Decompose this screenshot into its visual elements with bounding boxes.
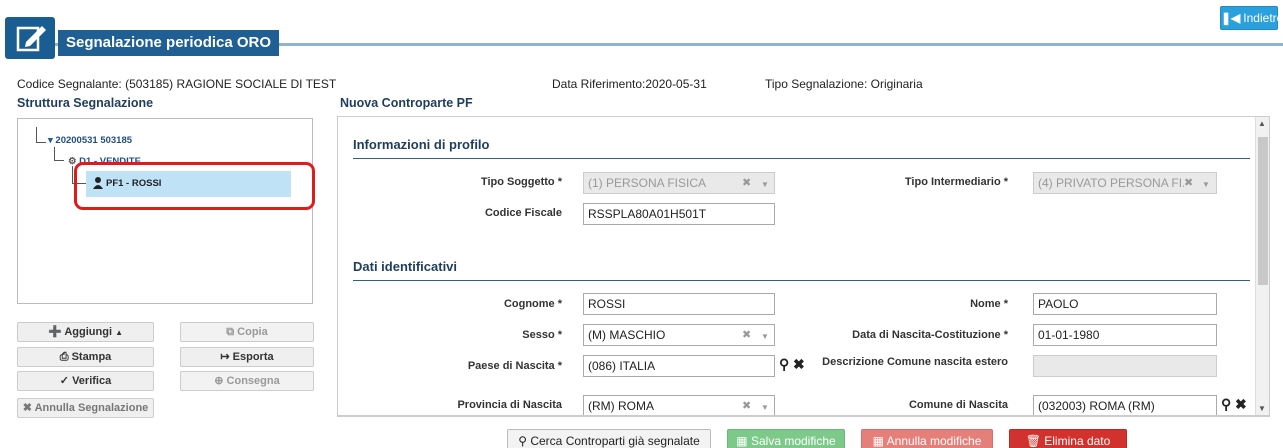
back-icon: ❚◀ [1221,11,1241,25]
tree-connector [72,166,73,184]
sesso-select[interactable]: (M) MASCHIO ✖ ▼ [583,324,775,346]
salva-button[interactable]: ▦ Salva modifiche [727,429,845,448]
form-section-title: Nuova Controparte PF [340,96,473,110]
form-panel: Informazioni di profilo Tipo Soggetto * … [337,116,1270,416]
export-icon: ↦ [220,351,230,363]
codice-fiscale-label: Codice Fiscale [484,207,562,219]
print-icon: ⎙ [59,351,69,363]
scrollbar-thumb[interactable] [1258,137,1268,285]
search-icon[interactable]: ⚲ [1221,396,1231,413]
action-bar: ⚲ Cerca Controparti già segnalate ▦ Salv… [337,416,1270,448]
tipo-soggetto-select[interactable]: (1) PERSONA FISICA ✖ ▼ [583,172,775,194]
annulla-segnalazione-button[interactable]: ✖ Annulla Segnalazione [17,398,154,418]
tree-section-title: Struttura Segnalazione [17,96,154,110]
tree-connector [36,127,37,143]
comune-nascita-input[interactable]: (032003) ROMA (RM) [1033,395,1217,415]
provincia-nascita-select[interactable]: (RM) ROMA ✖ ▼ [583,395,775,415]
clear-icon[interactable]: ✖ [793,356,805,373]
clear-icon[interactable]: ✖ [1235,396,1247,413]
clear-icon: ✖ [1184,176,1194,191]
tipo-intermediario-label: Tipo Intermediario * [904,176,1008,188]
tipo-soggetto-label: Tipo Soggetto * [480,176,562,188]
provincia-nascita-label: Provincia di Nascita [457,399,562,411]
verifica-button[interactable]: ✓ Verifica [17,371,154,391]
chevron-down-icon: ▼ [761,403,769,412]
data-riferimento: Data Riferimento:2020-05-31 [552,77,707,91]
sesso-label: Sesso * [522,329,562,341]
section-divider [353,158,1250,159]
trash-icon: 🗑 [1025,434,1041,448]
tipo-intermediario-select[interactable]: (4) PRIVATO PERSONA FI... ✖ ▼ [1033,172,1217,194]
undo-icon: ▦ [872,434,884,448]
esporta-button[interactable]: ↦ Esporta [180,347,314,367]
chevron-down-icon: ▼ [1202,180,1210,189]
tree-connector [54,160,64,161]
desc-comune-estero-input[interactable] [1033,355,1217,377]
plus-circle-icon: ⊕ [214,375,224,387]
tree-connector [54,147,55,161]
stampa-button[interactable]: ⎙ Stampa [17,347,154,367]
annulla-modifiche-button[interactable]: ▦ Annulla modifiche [861,429,993,448]
structure-tree: ▾ 20200531 503185 ⚙ D1 - VENDITE PF1 - R… [17,118,313,304]
close-icon: ✖ [22,402,32,414]
clear-icon: ✖ [742,400,752,412]
desc-comune-estero-label: Descrizione Comune nascita estero [822,356,1008,368]
chevron-down-icon: ▼ [761,332,769,341]
nome-input[interactable]: PAOLO [1033,293,1217,315]
scroll-down-icon[interactable]: ▼ [1258,404,1266,413]
page-title: Segnalazione periodica ORO [58,30,280,56]
highlight-annotation [74,162,315,210]
chevron-down-icon: ▼ [761,180,769,189]
aggiungi-button[interactable]: ➕ Aggiungi ▲ [17,322,154,342]
paese-nascita-input[interactable]: (086) ITALIA [583,355,775,377]
data-nascita-input[interactable]: 01-01-1980 [1033,324,1217,346]
folder-icon: ▾ [48,135,53,146]
cognome-label: Cognome * [503,298,562,310]
codice-fiscale-input[interactable]: RSSPLA80A01H501T [583,203,775,225]
cognome-input[interactable]: ROSSI [583,293,775,315]
caret-up-icon: ▲ [115,328,123,337]
consegna-button[interactable]: ⊕ Consegna [180,371,314,391]
back-button[interactable]: ❚◀ Indietro [1220,6,1283,30]
comune-nascita-label: Comune di Nascita [908,399,1008,411]
section-profile-title: Informazioni di profilo [353,137,490,152]
gear-icon: ⚙ [68,156,77,165]
codice-segnalante: Codice Segnalante: (503185) RAGIONE SOCI… [17,77,337,91]
search-icon: ⚲ [518,434,527,448]
form-scrollbar[interactable]: ▲ ▼ [1255,117,1269,415]
tree-connector [36,142,46,143]
clear-icon: ✖ [742,329,752,341]
plus-circle-icon: ➕ [48,326,62,338]
section-ident-title: Dati identificativi [353,259,458,274]
tree-node-root[interactable]: ▾ 20200531 503185 [48,135,132,146]
elimina-button[interactable]: 🗑 Elimina dato [1009,429,1127,448]
section-divider [353,280,1250,281]
app-logo [5,17,55,59]
edit-document-icon [16,26,46,52]
paese-nascita-label: Paese di Nascita * [467,360,562,372]
copy-icon: ⧉ [226,326,235,338]
nome-label: Nome * [970,298,1008,310]
data-nascita-label: Data di Nascita-Costituzione * [852,329,1008,341]
save-icon: ▦ [736,434,748,448]
clear-icon: ✖ [742,177,752,189]
search-icon[interactable]: ⚲ [779,356,789,373]
tipo-segnalazione: Tipo Segnalazione: Originaria [765,77,923,91]
check-circle-icon: ✓ [59,375,69,387]
copia-button[interactable]: ⧉ Copia [180,322,314,342]
scroll-up-icon[interactable]: ▲ [1258,119,1266,128]
cerca-controparti-button[interactable]: ⚲ Cerca Controparti già segnalate [507,429,711,448]
